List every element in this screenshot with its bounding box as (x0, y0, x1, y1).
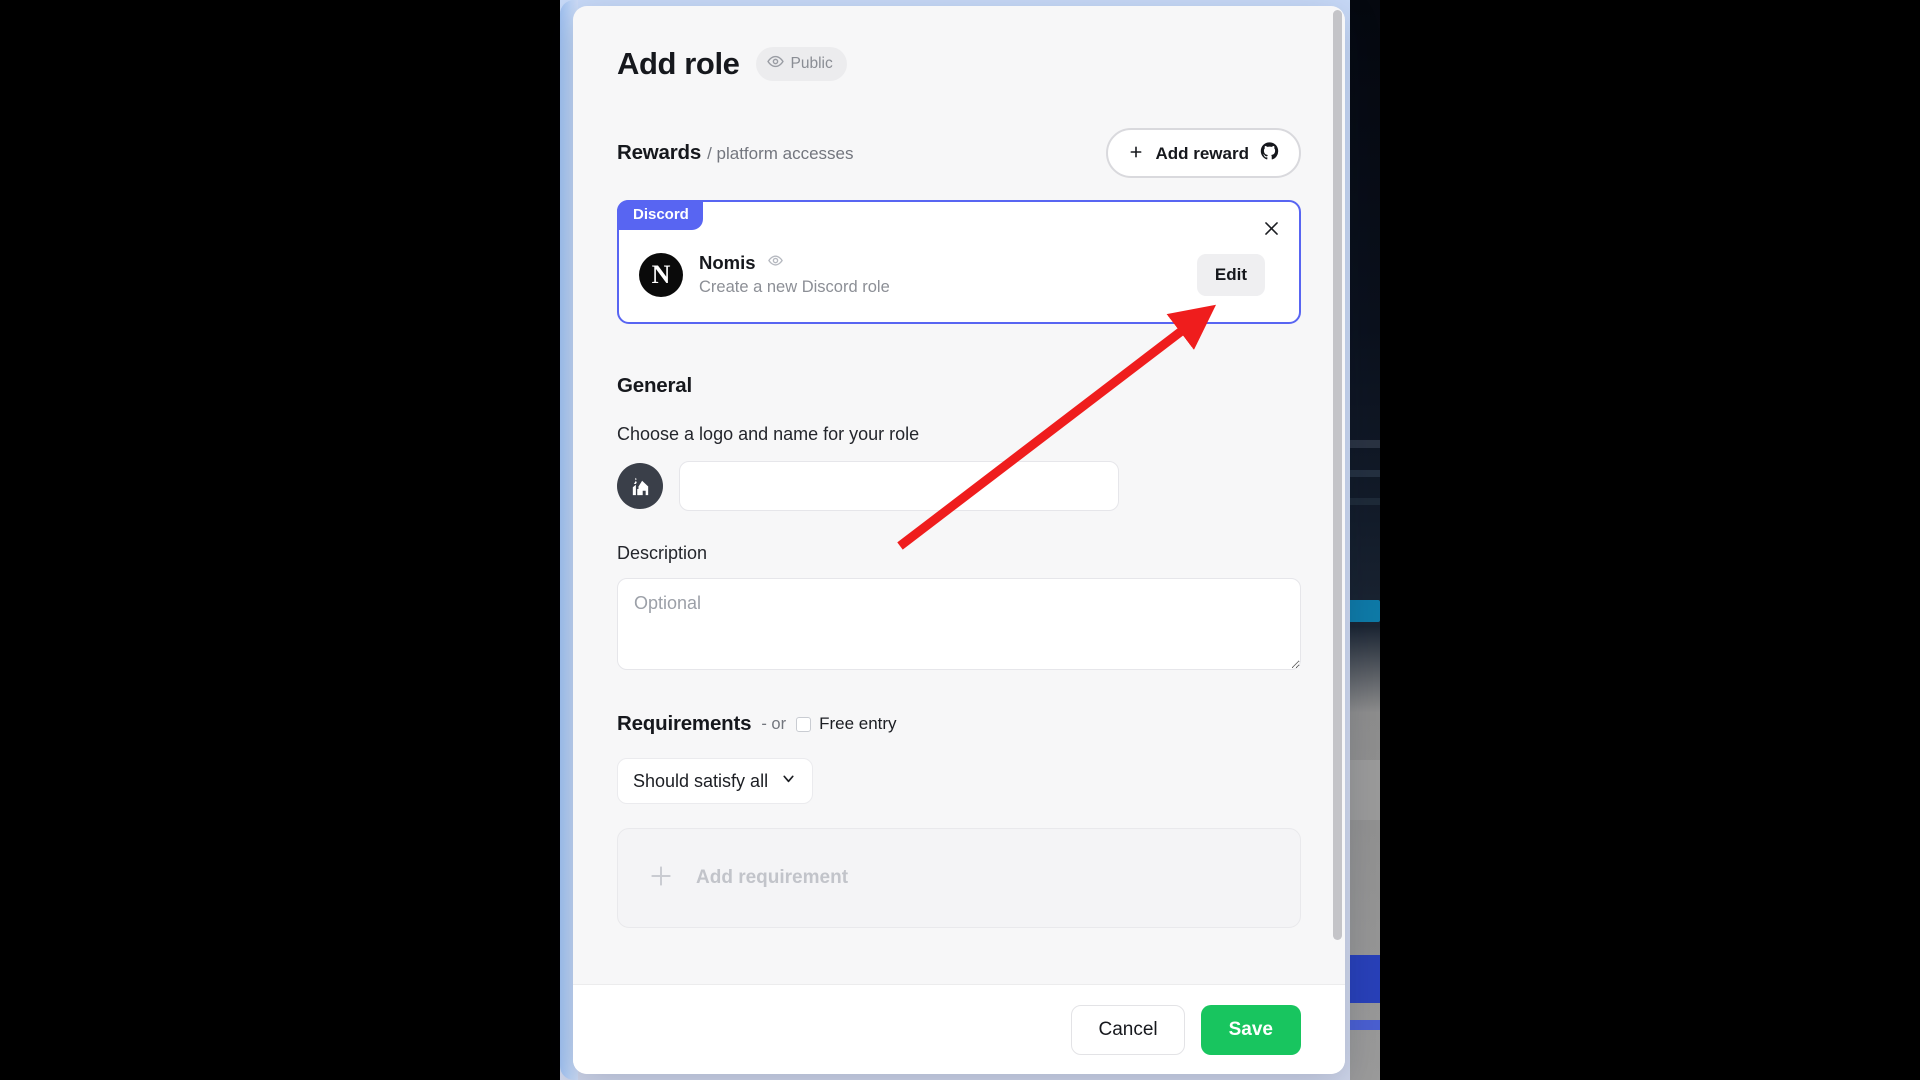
add-role-modal: Add role Public Rewards / platform acces… (573, 6, 1345, 1074)
cancel-button[interactable]: Cancel (1071, 1004, 1185, 1055)
plus-icon (648, 863, 674, 894)
status-badge-label: Public (790, 55, 833, 72)
close-icon[interactable] (1257, 214, 1285, 242)
requirements-section: Requirements - or Free entry Should sati… (573, 712, 1345, 928)
add-requirement-label: Add requirement (696, 867, 849, 888)
logo-name-row (617, 461, 1301, 511)
general-heading: General (617, 374, 692, 397)
scrollbar[interactable] (1333, 10, 1342, 970)
role-name-input[interactable] (679, 461, 1119, 511)
reward-description: Create a new Discord role (699, 278, 890, 296)
chevron-down-icon (780, 770, 797, 792)
rewards-heading: Rewards (617, 141, 702, 164)
reward-name-row: Nomis (699, 252, 1181, 274)
eye-icon (766, 53, 784, 75)
requirements-heading: Requirements (617, 712, 752, 735)
add-reward-button[interactable]: Add reward (1106, 128, 1301, 178)
rewards-subheading: / platform accesses (707, 144, 854, 163)
reward-card: Discord N Nomis Create a new Discord rol… (617, 200, 1301, 324)
free-entry-label: Free entry (819, 714, 897, 733)
description-input[interactable] (617, 578, 1301, 670)
general-section: General Choose a logo and name for your … (573, 374, 1345, 670)
title-row: Add role Public (617, 46, 1301, 82)
platform-tag: Discord (617, 200, 703, 230)
avatar: N (639, 252, 683, 297)
add-reward-label: Add reward (1155, 143, 1249, 163)
requirements-or-text: - or (761, 714, 787, 733)
modal-scroll-area: Add role Public Rewards / platform acces… (573, 6, 1345, 984)
scrollbar-thumb[interactable] (1333, 10, 1342, 940)
rewards-section: Rewards / platform accesses Add reward D… (573, 128, 1345, 324)
requirement-logic-value: Should satisfy all (633, 770, 769, 791)
background-app-page (1345, 0, 1380, 1080)
modal-header: Add role Public (573, 6, 1345, 82)
edit-button[interactable]: Edit (1196, 253, 1265, 296)
logo-name-label: Choose a logo and name for your role (617, 424, 920, 444)
free-entry-checkbox[interactable] (796, 716, 812, 732)
requirements-header-row: Requirements - or Free entry (617, 712, 1301, 736)
rewards-heading-group: Rewards / platform accesses (617, 141, 854, 165)
house-icon[interactable] (617, 463, 663, 509)
add-requirement-button[interactable]: Add requirement (617, 828, 1301, 928)
plus-icon (1128, 144, 1144, 163)
modal-footer: Cancel Save (573, 984, 1345, 1074)
reward-card-body: N Nomis Create a new Discord role Edit (619, 202, 1299, 319)
github-icon (1260, 142, 1279, 164)
rewards-header-row: Rewards / platform accesses Add reward (617, 128, 1301, 178)
reward-texts: Nomis Create a new Discord role (699, 252, 1181, 297)
page-title: Add role (617, 46, 740, 81)
screen: Add role Public Rewards / platform acces… (0, 0, 1920, 1080)
requirement-logic-select[interactable]: Should satisfy all (617, 758, 813, 804)
save-button[interactable]: Save (1200, 1004, 1301, 1055)
status-badge[interactable]: Public (755, 47, 847, 81)
free-entry-checkbox-wrap[interactable]: Free entry (796, 714, 897, 734)
description-label: Description (617, 543, 708, 563)
eye-icon[interactable] (767, 253, 783, 273)
reward-name: Nomis (699, 252, 756, 273)
